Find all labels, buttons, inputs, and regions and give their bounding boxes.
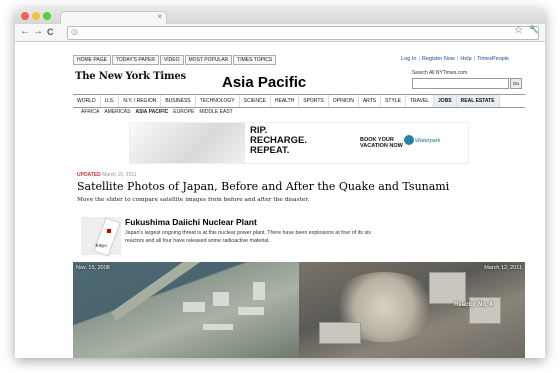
minimize-window-button[interactable] — [32, 12, 40, 20]
nav-video[interactable]: VIDEO — [159, 55, 184, 65]
account-links: Log In | Register Now | Help | TimesPeople — [401, 56, 509, 62]
site-logo[interactable]: The New York Times — [75, 71, 186, 82]
web-page: HOME PAGE TODAY'S PAPER VIDEO MOST POPUL… — [57, 42, 525, 358]
before-after-slider[interactable]: Nov. 15, 2008 March 12, 2011 Reactor No.… — [73, 262, 525, 358]
section-real-estate[interactable]: REAL ESTATE — [456, 95, 500, 107]
section-travel[interactable]: TRAVEL — [406, 95, 435, 107]
updated-timestamp: UPDATED March 15, 2011 — [77, 172, 137, 178]
subnav-americas[interactable]: AMERICAS — [104, 109, 130, 115]
timespeople-link[interactable]: TimesPeople — [477, 56, 509, 62]
ad-brand-icon — [404, 135, 414, 145]
section-health[interactable]: HEALTH — [271, 95, 300, 107]
location-marker-icon — [107, 229, 111, 233]
section-jobs[interactable]: JOBS — [434, 95, 457, 107]
section-arts[interactable]: ARTS — [359, 95, 382, 107]
section-us[interactable]: U.S. — [101, 95, 120, 107]
forward-icon[interactable]: → — [33, 26, 43, 38]
search-input[interactable] — [412, 78, 509, 89]
nav-home-page[interactable]: HOME PAGE — [73, 55, 111, 65]
top-navigation: HOME PAGE TODAY'S PAPER VIDEO MOST POPUL… — [73, 55, 277, 65]
banner-ad[interactable]: RIP. RECHARGE. REPEAT. BOOK YOUR VACATIO… — [129, 122, 469, 164]
browser-window: × ← → C ◎ ☆ 🔧 HOME PAGE TODAY'S PAPER VI… — [15, 8, 545, 358]
before-satellite-image: Nov. 15, 2008 — [73, 262, 299, 358]
ad-brand: Waterpark — [415, 138, 441, 144]
close-window-button[interactable] — [21, 12, 29, 20]
section-style[interactable]: STYLE — [381, 95, 406, 107]
wrench-icon[interactable]: 🔧 — [529, 25, 539, 34]
after-date-label: March 12, 2011 — [484, 265, 522, 271]
register-link[interactable]: Register Now — [422, 56, 455, 62]
ad-cta[interactable]: BOOK YOUR VACATION NOW — [360, 137, 403, 149]
page-icon: ◎ — [71, 27, 78, 36]
japan-locator-map: Tokyo — [81, 217, 121, 257]
region-subnav: AFRICA AMERICAS ASIA PACIFIC EUROPE MIDD… — [81, 109, 238, 115]
section-sports[interactable]: SPORTS — [299, 95, 329, 107]
nav-times-topics[interactable]: TIMES TOPICS — [233, 55, 277, 65]
bookmark-star-icon[interactable]: ☆ — [514, 25, 523, 36]
search-go-button[interactable]: Go — [510, 78, 522, 89]
page-title: Asia Pacific — [222, 74, 307, 91]
article-headline: Satellite Photos of Japan, Before and Af… — [77, 180, 450, 193]
section-opinion[interactable]: OPINION — [329, 95, 359, 107]
location-description: Japan's largest ongoing threat is at thi… — [125, 230, 371, 244]
ad-image — [130, 123, 245, 163]
section-science[interactable]: SCIENCE — [240, 95, 271, 107]
back-icon[interactable]: ← — [20, 26, 30, 38]
browser-toolbar: ← → C ◎ ☆ 🔧 — [15, 24, 545, 42]
map-label-tokyo: Tokyo — [95, 243, 107, 248]
section-world[interactable]: WORLD — [73, 95, 101, 107]
subnav-africa[interactable]: AFRICA — [81, 109, 99, 115]
subnav-asia-pacific[interactable]: ASIA PACIFIC — [135, 109, 168, 115]
section-navigation: WORLD U.S. N.Y. / REGION BUSINESS TECHNO… — [73, 94, 525, 108]
ad-headline: RIP. RECHARGE. REPEAT. — [250, 125, 308, 156]
section-ny-region[interactable]: N.Y. / REGION — [119, 95, 162, 107]
section-business[interactable]: BUSINESS — [161, 95, 196, 107]
reload-icon[interactable]: C — [47, 26, 54, 38]
location-title: Fukushima Daiichi Nuclear Plant — [125, 217, 257, 227]
article-dek: Move the slider to compare satellite ima… — [77, 197, 310, 203]
browser-tab[interactable]: × — [60, 11, 167, 25]
before-date-label: Nov. 15, 2008 — [76, 265, 110, 271]
log-in-link[interactable]: Log In — [401, 56, 416, 62]
subnav-europe[interactable]: EUROPE — [173, 109, 194, 115]
reactor-label: Reactor No. 4 — [454, 302, 493, 308]
nav-most-popular[interactable]: MOST POPULAR — [184, 55, 233, 65]
subnav-middle-east[interactable]: MIDDLE EAST — [199, 109, 232, 115]
section-technology[interactable]: TECHNOLOGY — [196, 95, 240, 107]
tab-strip: × — [15, 8, 545, 25]
help-link[interactable]: Help — [460, 56, 471, 62]
tab-close-icon[interactable]: × — [157, 12, 162, 21]
search-label: Search All NYTimes.com — [412, 70, 468, 76]
nav-todays-paper[interactable]: TODAY'S PAPER — [111, 55, 159, 65]
address-bar[interactable]: ◎ — [67, 26, 539, 40]
maximize-window-button[interactable] — [43, 12, 51, 20]
after-satellite-image: March 12, 2011 Reactor No. 4 — [299, 262, 525, 358]
